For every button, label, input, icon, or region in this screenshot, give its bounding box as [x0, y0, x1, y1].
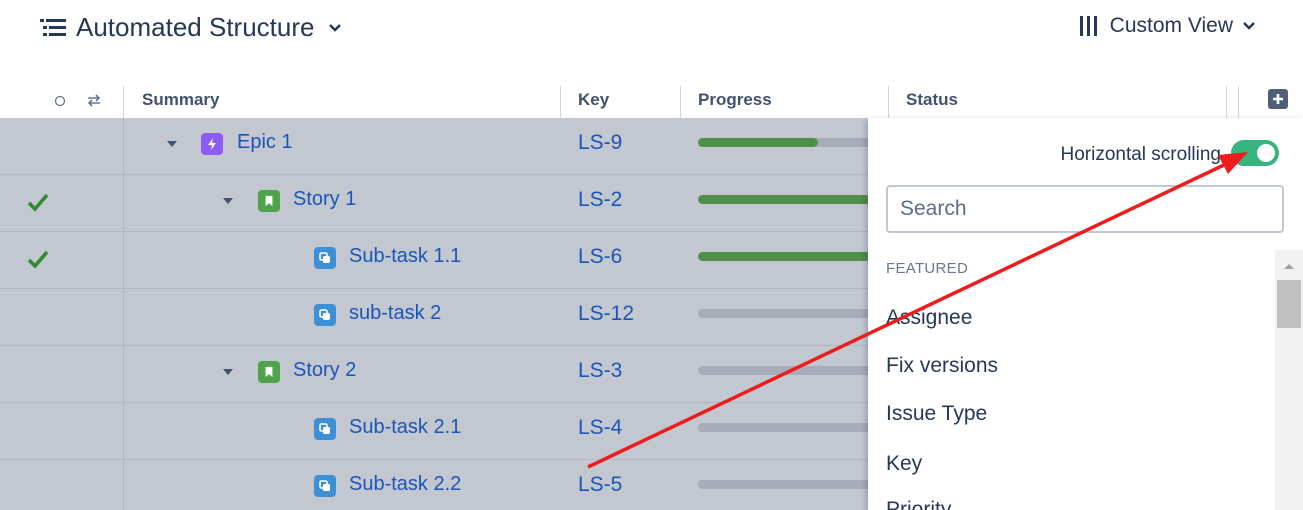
- issue-summary-link[interactable]: Story 1: [293, 188, 356, 211]
- toggle-knob: [1257, 144, 1275, 162]
- column-header-key[interactable]: Key: [578, 82, 609, 118]
- subtask-icon: [314, 475, 336, 497]
- field-option-priority[interactable]: Priority: [886, 498, 951, 510]
- issue-summary-link[interactable]: Sub-task 1.1: [349, 245, 461, 268]
- progress-bar: [698, 366, 870, 375]
- issue-key-link[interactable]: LS-2: [578, 188, 622, 212]
- progress-fill: [698, 252, 870, 261]
- column-divider: [123, 118, 124, 510]
- progress-bar: [698, 195, 870, 204]
- subtask-icon: [314, 247, 336, 269]
- chevron-down-icon: [329, 23, 342, 32]
- issue-summary-link[interactable]: Sub-task 2.1: [349, 416, 461, 439]
- field-option-key[interactable]: Key: [886, 452, 922, 476]
- structure-list-icon: [40, 18, 66, 36]
- swap-arrows-icon[interactable]: [86, 93, 102, 107]
- grid-header: Summary Key Progress Status: [0, 82, 1303, 118]
- column-header-progress[interactable]: Progress: [698, 82, 772, 118]
- issue-summary-link[interactable]: sub-task 2: [349, 302, 441, 325]
- horizontal-scrolling-toggle[interactable]: [1231, 140, 1279, 166]
- progress-fill: [698, 138, 819, 147]
- table-row[interactable]: Story 1 LS-2: [0, 175, 870, 232]
- issue-key-link[interactable]: LS-6: [578, 245, 622, 269]
- chevron-down-icon: [1243, 22, 1255, 30]
- issue-key-link[interactable]: LS-3: [578, 359, 622, 383]
- table-row[interactable]: Sub-task 1.1 LS-6: [0, 232, 870, 289]
- add-column-button[interactable]: [1268, 89, 1288, 109]
- checkmark-icon: [27, 250, 49, 269]
- horizontal-scrolling-label: Horizontal scrolling: [1060, 144, 1221, 165]
- progress-bar: [698, 138, 870, 147]
- columns-bars-icon: [1079, 16, 1097, 36]
- scrollbar-thumb[interactable]: [1277, 280, 1301, 328]
- issue-key-link[interactable]: LS-12: [578, 302, 634, 326]
- table-row[interactable]: Sub-task 2.2 LS-5: [0, 460, 870, 510]
- structure-title-dropdown[interactable]: Automated Structure: [40, 12, 342, 43]
- caret-down-icon[interactable]: [166, 139, 178, 149]
- caret-down-icon[interactable]: [222, 367, 234, 377]
- column-picker-panel: Horizontal scrolling FEATURED Assignee F…: [868, 118, 1303, 510]
- issue-summary-link[interactable]: Epic 1: [237, 131, 293, 154]
- progress-bar: [698, 252, 870, 261]
- issue-summary-link[interactable]: Sub-task 2.2: [349, 473, 461, 496]
- plus-square-icon: [1273, 94, 1283, 104]
- progress-bar: [698, 309, 870, 318]
- caret-down-icon[interactable]: [222, 196, 234, 206]
- bookmark-icon: [258, 190, 280, 212]
- subtask-icon: [314, 304, 336, 326]
- column-header-summary[interactable]: Summary: [142, 82, 219, 118]
- table-row[interactable]: Sub-task 2.1 LS-4: [0, 403, 870, 460]
- custom-view-label: Custom View: [1109, 14, 1233, 37]
- featured-section-label: FEATURED: [886, 260, 969, 277]
- search-input[interactable]: [886, 185, 1284, 233]
- bookmark-icon: [258, 361, 280, 383]
- grid-rows: Epic 1 LS-9 Story 1 LS-2 Sub-task 1.1 LS…: [0, 118, 870, 510]
- issue-key-link[interactable]: LS-9: [578, 131, 622, 155]
- subtask-icon: [314, 418, 336, 440]
- field-option-issue-type[interactable]: Issue Type: [886, 402, 987, 426]
- lightning-icon: [201, 133, 223, 155]
- table-row[interactable]: sub-task 2 LS-12: [0, 289, 870, 346]
- custom-view-dropdown[interactable]: Custom View: [1078, 14, 1255, 38]
- scroll-up-arrow-icon[interactable]: [1283, 262, 1295, 270]
- issue-key-link[interactable]: LS-5: [578, 473, 622, 497]
- field-option-assignee[interactable]: Assignee: [886, 306, 972, 330]
- issue-key-link[interactable]: LS-4: [578, 416, 622, 440]
- table-row[interactable]: Epic 1 LS-9: [0, 118, 870, 175]
- column-header-status[interactable]: Status: [906, 82, 958, 118]
- checkmark-icon: [27, 193, 49, 212]
- progress-bar: [698, 480, 870, 489]
- progress-bar: [698, 423, 870, 432]
- progress-fill: [698, 195, 870, 204]
- page-title: Automated Structure: [76, 12, 315, 42]
- field-option-fix-versions[interactable]: Fix versions: [886, 354, 998, 378]
- table-row[interactable]: Story 2 LS-3: [0, 346, 870, 403]
- issue-summary-link[interactable]: Story 2: [293, 359, 356, 382]
- radio-circle-icon[interactable]: [54, 95, 66, 107]
